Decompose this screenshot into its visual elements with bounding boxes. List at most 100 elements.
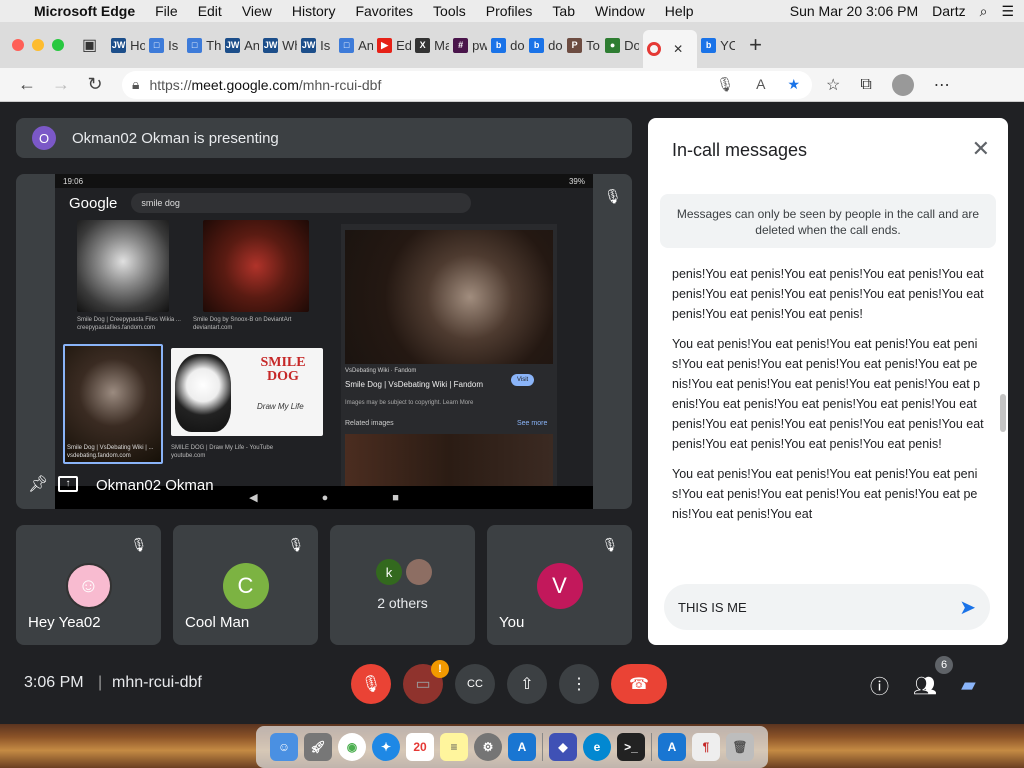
new-tab-button[interactable]: + xyxy=(749,32,762,58)
chat-message-list[interactable]: penis!You eat penis!You eat penis!You ea… xyxy=(672,264,984,564)
browser-tab[interactable]: b do xyxy=(491,30,525,60)
menu-favorites[interactable]: Favorites xyxy=(355,3,413,19)
menu-help[interactable]: Help xyxy=(665,3,694,19)
favorites-icon[interactable]: ☆ xyxy=(826,75,840,95)
menu-tools[interactable]: Tools xyxy=(433,3,466,19)
mac-menu-bar: Microsoft Edge File Edit View History Fa… xyxy=(0,0,1024,22)
present-now-button[interactable]: ⇧ xyxy=(507,664,547,704)
browser-tab[interactable]: □ An xyxy=(339,30,373,60)
send-message-button[interactable]: ➤ xyxy=(959,595,976,620)
active-browser-tab[interactable]: ✕ xyxy=(643,30,698,68)
menu-file[interactable]: File xyxy=(155,3,178,19)
app-menu-edge[interactable]: Microsoft Edge xyxy=(34,3,135,19)
participant-tile-you[interactable]: 🎙︎ V You xyxy=(487,525,632,645)
close-tab-icon[interactable]: ✕ xyxy=(673,42,683,56)
launchpad-icon[interactable]: 🚀︎ xyxy=(304,733,332,761)
menu-view[interactable]: View xyxy=(242,3,272,19)
menubar-clock[interactable]: Sun Mar 20 3:06 PM xyxy=(790,3,918,19)
chat-message: You eat penis!You eat penis!You eat peni… xyxy=(672,337,984,451)
chat-scrollbar[interactable] xyxy=(1000,394,1006,432)
menubar-user[interactable]: Dartz xyxy=(932,3,965,19)
meeting-details-icon[interactable]: ⓘ xyxy=(870,672,889,699)
browser-tab[interactable]: ● Do xyxy=(605,30,639,60)
browser-tab[interactable]: □ Th xyxy=(187,30,221,60)
chat-message-input[interactable] xyxy=(678,599,938,615)
browser-tab[interactable]: JW An xyxy=(225,30,259,60)
more-options-button[interactable]: ⋮ xyxy=(559,664,599,704)
profile-avatar-icon[interactable] xyxy=(891,73,914,96)
participant-tile-hey-yea02[interactable]: 🎙︎ ☺ Hey Yea02 xyxy=(16,525,161,645)
muted-mic-icon: 🎙︎ xyxy=(604,188,622,204)
trash-icon[interactable]: 🗑︎ xyxy=(726,733,754,761)
minimize-window-button[interactable] xyxy=(32,39,44,51)
main-presentation-tile[interactable]: 19:06 39% Google smile dog Smile Dog | C… xyxy=(16,174,632,509)
participant-tile-others[interactable]: k 2 others xyxy=(330,525,475,645)
safari-icon[interactable]: ✦ xyxy=(372,733,400,761)
more-options-icon[interactable]: ⋯ xyxy=(934,75,950,95)
pin-icon[interactable]: 📌︎ xyxy=(28,474,48,494)
tab-favicon-icon: ▶ xyxy=(377,37,393,53)
browser-tab[interactable]: ▶ Ed xyxy=(377,30,411,60)
app-store-icon[interactable]: A xyxy=(508,733,536,761)
refresh-button[interactable]: ↻ xyxy=(78,74,112,95)
window-controls xyxy=(12,39,64,51)
shared-google-logo: Google xyxy=(69,194,118,212)
shared-preview-visit: Visit xyxy=(511,374,535,386)
collections-icon[interactable]: ⧉ xyxy=(860,76,871,94)
back-button[interactable]: ← xyxy=(10,74,44,95)
menu-tab[interactable]: Tab xyxy=(552,3,575,19)
shared-thumb-3-caption: Smile Dog | VsDebating Wiki | ... vsdebat… xyxy=(67,445,154,459)
menu-history[interactable]: History xyxy=(292,3,336,19)
forward-button[interactable]: → xyxy=(44,74,78,95)
zoom-window-button[interactable] xyxy=(52,39,64,51)
chrome-icon[interactable]: ◉ xyxy=(338,733,366,761)
terminal-icon[interactable]: >_ xyxy=(617,733,645,761)
close-chat-button[interactable]: ✕ xyxy=(972,136,990,162)
microphone-permission-icon[interactable]: 🎙︎ xyxy=(716,76,734,93)
address-bar[interactable]: 🔒︎ https://meet.google.com/mhn-rcui-dbf … xyxy=(122,70,812,99)
favorite-star-icon[interactable]: ★ xyxy=(787,76,800,93)
system-preferences-icon[interactable]: ⚙ xyxy=(474,733,502,761)
leave-call-button[interactable]: ☎︎ xyxy=(611,664,667,704)
close-window-button[interactable] xyxy=(12,39,24,51)
browser-tab[interactable]: # pw xyxy=(453,30,487,60)
browser-tab[interactable]: JWWh xyxy=(263,30,297,60)
browser-tab[interactable]: b YO xyxy=(701,30,735,60)
menu-window[interactable]: Window xyxy=(595,3,645,19)
calendar-icon[interactable]: 20 xyxy=(406,733,434,761)
app-icon[interactable]: ◆ xyxy=(549,733,577,761)
spotlight-search-icon[interactable]: ⌕ xyxy=(980,3,988,20)
downloads-icon[interactable]: A xyxy=(658,733,686,761)
url-prefix: https:// xyxy=(149,76,192,93)
notes-icon[interactable]: ≡ xyxy=(440,733,468,761)
menu-edit[interactable]: Edit xyxy=(198,3,222,19)
meeting-side-controls: ⓘ 👥︎ ▰ xyxy=(870,672,976,699)
browser-tab-strip: ▣ JWHo□Is□ThJWAnJWWhJWIs□An▶EdXMa#pwbdob… xyxy=(0,22,1024,68)
document-icon[interactable]: ¶ xyxy=(692,733,720,761)
captions-button[interactable]: CC xyxy=(455,664,495,704)
edge-icon[interactable]: e xyxy=(583,733,611,761)
browser-tab[interactable]: JW Ho xyxy=(111,30,145,60)
lock-icon[interactable]: 🔒︎ xyxy=(132,76,139,93)
browser-tab[interactable]: P To xyxy=(567,30,601,60)
control-center-icon[interactable]: ☰ xyxy=(1001,3,1014,20)
participant-avatar: k xyxy=(376,559,402,585)
read-aloud-icon[interactable]: A xyxy=(756,76,765,93)
shared-thumb-1-caption: Smile Dog | Creepypasta Files Wikia ... c… xyxy=(77,317,181,331)
browser-tab[interactable]: X Ma xyxy=(415,30,449,60)
tab-actions-icon[interactable]: ▣ xyxy=(82,35,97,55)
shared-thumb-4-caption: SMILE DOG | Draw My Life - YouTube youtub… xyxy=(171,445,274,459)
browser-tab[interactable]: □ Is xyxy=(149,30,183,60)
tab-favicon-icon: JW xyxy=(111,37,127,53)
browser-tab[interactable]: JW Is xyxy=(301,30,335,60)
chat-icon[interactable]: ▰ xyxy=(961,674,976,697)
shared-preview-title: Smile Dog | VsDebating Wiki | Fandom xyxy=(345,380,483,389)
browser-tab[interactable]: b do xyxy=(529,30,563,60)
finder-icon[interactable]: ☺ xyxy=(270,733,298,761)
in-call-messages-panel: In-call messages ✕ Messages can only be … xyxy=(648,118,1008,645)
participant-tile-cool-man[interactable]: 🎙︎ C Cool Man xyxy=(173,525,318,645)
people-icon[interactable]: 👥︎ xyxy=(913,674,937,698)
tab-favicon-icon: JW xyxy=(263,37,279,53)
toggle-mic-button[interactable]: 🎙︎ xyxy=(351,664,391,704)
menu-profiles[interactable]: Profiles xyxy=(486,3,533,19)
